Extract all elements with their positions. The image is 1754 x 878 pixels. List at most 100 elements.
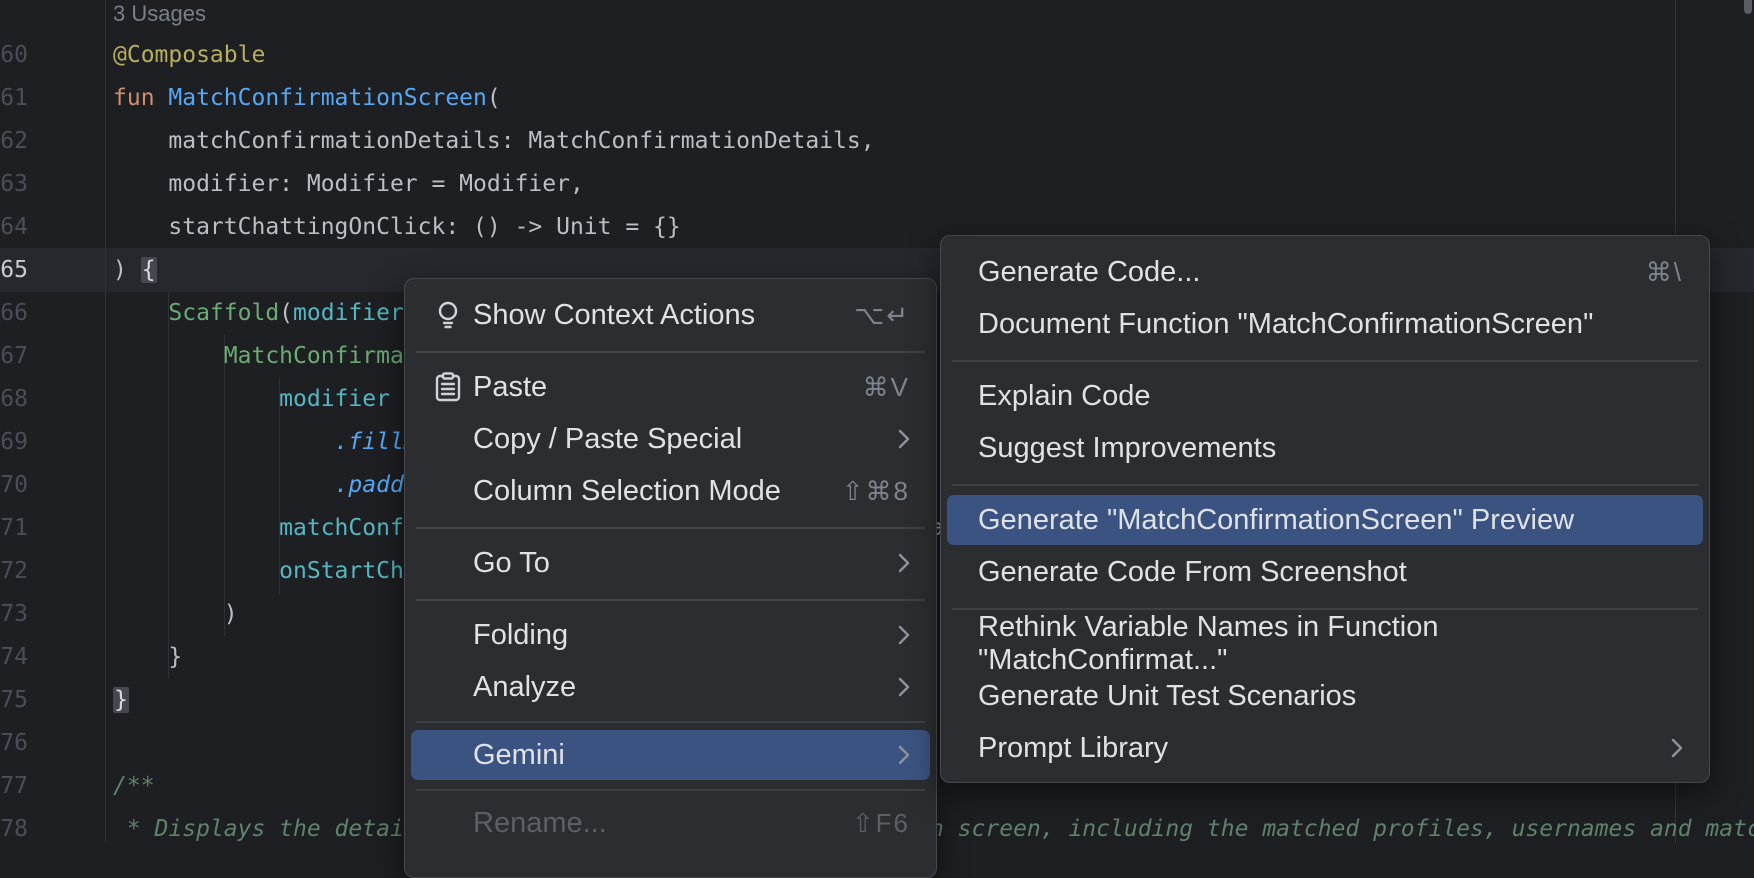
menu-item-label: Suggest Improvements — [978, 432, 1276, 465]
menu-item-copy-paste-special[interactable]: Copy / Paste Special — [405, 413, 936, 465]
code-token: matchConfirmationDetails: MatchConfirmat… — [113, 128, 875, 154]
code-token: ( — [279, 300, 293, 326]
code-token — [113, 386, 279, 412]
menu-item-generate-code-from-screenshot[interactable]: Generate Code From Screenshot — [941, 546, 1709, 598]
line-number-68: 68 — [0, 378, 28, 421]
code-token — [113, 343, 224, 369]
lightbulb-icon — [433, 300, 463, 330]
code-line-77[interactable]: /** — [113, 765, 155, 808]
line-number-61: 61 — [0, 77, 28, 120]
editor-context-menu: Show Context Actions ⌥↵ Paste ⌘V Copy / Past… — [404, 278, 937, 878]
menu-item-column-selection-mode[interactable]: Column Selection Mode ⇧⌘8 — [405, 465, 936, 517]
menu-separator — [405, 341, 936, 361]
menu-item-label: Explain Code — [978, 380, 1151, 413]
code-line-61[interactable]: fun MatchConfirmationScreen( — [113, 77, 501, 120]
line-number-75: 75 — [0, 679, 28, 722]
menu-separator — [405, 713, 936, 729]
menu-item-label: Copy / Paste Special — [473, 423, 742, 456]
usages-code-vision-hint[interactable]: 3 Usages — [113, 0, 206, 35]
code-token: ) — [113, 601, 238, 627]
menu-item-shortcut: ⌘V — [863, 372, 910, 403]
code-token: fun — [113, 85, 168, 111]
menu-item-label: Generate "MatchConfirmationScreen" Previ… — [978, 504, 1574, 537]
code-line-60[interactable]: @Composable — [113, 34, 265, 77]
code-token: { — [141, 257, 157, 283]
menu-item-rethink-variable-names-in-function-match[interactable]: Rethink Variable Names in Function "Matc… — [941, 618, 1709, 670]
menu-item-suggest-improvements[interactable]: Suggest Improvements — [941, 422, 1709, 474]
clipboard-icon — [433, 372, 463, 402]
menu-separator — [405, 781, 936, 797]
line-number-76: 76 — [0, 722, 28, 765]
submenu-chevron-icon — [898, 625, 910, 645]
menu-item-label: Document Function "MatchConfirmationScre… — [978, 308, 1593, 341]
menu-item-go-to[interactable]: Go To — [405, 537, 936, 589]
menu-separator — [941, 350, 1709, 370]
menu-item-label: Folding — [473, 619, 568, 652]
line-number-70: 70 — [0, 464, 28, 507]
submenu-chevron-icon — [898, 677, 910, 697]
menu-item-label: Analyze — [473, 671, 576, 704]
code-line-75[interactable]: } — [113, 679, 129, 722]
line-number-77: 77 — [0, 765, 28, 808]
menu-item-folding[interactable]: Folding — [405, 609, 936, 661]
menu-item-show-context-actions[interactable]: Show Context Actions ⌥↵ — [405, 289, 936, 341]
submenu-chevron-icon — [898, 553, 910, 573]
menu-separator — [941, 474, 1709, 494]
menu-item-shortcut: ⌘\ — [1646, 257, 1683, 288]
line-number-78: 78 — [0, 808, 28, 851]
line-number-73: 73 — [0, 593, 28, 636]
line-number-71: 71 — [0, 507, 28, 550]
code-token — [113, 515, 279, 541]
code-line-64[interactable]: startChattingOnClick: () -> Unit = {} — [113, 206, 681, 249]
code-line-74[interactable]: } — [113, 636, 182, 679]
code-line-63[interactable]: modifier: Modifier = Modifier, — [113, 163, 584, 206]
menu-item-explain-code[interactable]: Explain Code — [941, 370, 1709, 422]
line-number-64: 64 — [0, 206, 28, 249]
menu-item-document-function-matchconfirmationscree[interactable]: Document Function "MatchConfirmationScre… — [941, 298, 1709, 350]
menu-item-shortcut: ⇧⌘8 — [842, 476, 910, 507]
menu-item-label: Go To — [473, 547, 550, 580]
line-number-63: 63 — [0, 163, 28, 206]
line-number-72: 72 — [0, 550, 28, 593]
gemini-submenu: Generate Code... ⌘\ Document Function "Mat… — [940, 235, 1710, 783]
code-token — [113, 300, 168, 326]
menu-item-generate-matchconfirmationscreen-preview[interactable]: Generate "MatchConfirmationScreen" Previ… — [941, 494, 1709, 546]
menu-item-prompt-library[interactable]: Prompt Library — [941, 722, 1709, 774]
menu-item-shortcut: ⇧F6 — [852, 808, 910, 839]
code-token: @Composable — [113, 42, 265, 68]
menu-item-rename: Rename... ⇧F6 — [405, 797, 936, 849]
menu-item-paste[interactable]: Paste ⌘V — [405, 361, 936, 413]
code-token: ( — [487, 85, 501, 111]
menu-item-analyze[interactable]: Analyze — [405, 661, 936, 713]
menu-item-label: Prompt Library — [978, 732, 1168, 765]
code-line-62[interactable]: matchConfirmationDetails: MatchConfirmat… — [113, 120, 875, 163]
code-token: } — [113, 687, 129, 713]
menu-item-generate-unit-test-scenarios[interactable]: Generate Unit Test Scenarios — [941, 670, 1709, 722]
menu-item-label: Generate Code From Screenshot — [978, 556, 1407, 589]
line-number-69: 69 — [0, 421, 28, 464]
menu-separator — [405, 589, 936, 609]
menu-item-label: Rethink Variable Names in Function "Matc… — [978, 611, 1683, 677]
gutter-border — [105, 0, 106, 842]
code-token: } — [113, 644, 182, 670]
menu-item-label: Rename... — [473, 807, 607, 840]
menu-item-gemini[interactable]: Gemini — [405, 729, 936, 781]
code-line-73[interactable]: ) — [113, 593, 238, 636]
code-token: Scaffold — [168, 300, 279, 326]
line-number-74: 74 — [0, 636, 28, 679]
menu-item-label: Show Context Actions — [473, 299, 755, 332]
line-number-65: 65 — [0, 249, 28, 292]
code-token — [113, 472, 335, 498]
code-token: startChattingOnClick: () -> Unit = {} — [113, 214, 681, 240]
menu-item-generate-code[interactable]: Generate Code... ⌘\ — [941, 246, 1709, 298]
code-token — [113, 558, 279, 584]
menu-item-label: Generate Code... — [978, 256, 1200, 289]
code-token: modifier: Modifier = Modifier, — [113, 171, 584, 197]
code-line-65[interactable]: ) { — [113, 249, 157, 292]
scrollbar-thumb[interactable] — [1744, 0, 1752, 14]
line-number-67: 67 — [0, 335, 28, 378]
line-number-60: 60 — [0, 34, 28, 77]
menu-item-label: Paste — [473, 371, 547, 404]
menu-item-shortcut: ⌥↵ — [854, 300, 910, 331]
menu-item-label: Column Selection Mode — [473, 475, 781, 508]
